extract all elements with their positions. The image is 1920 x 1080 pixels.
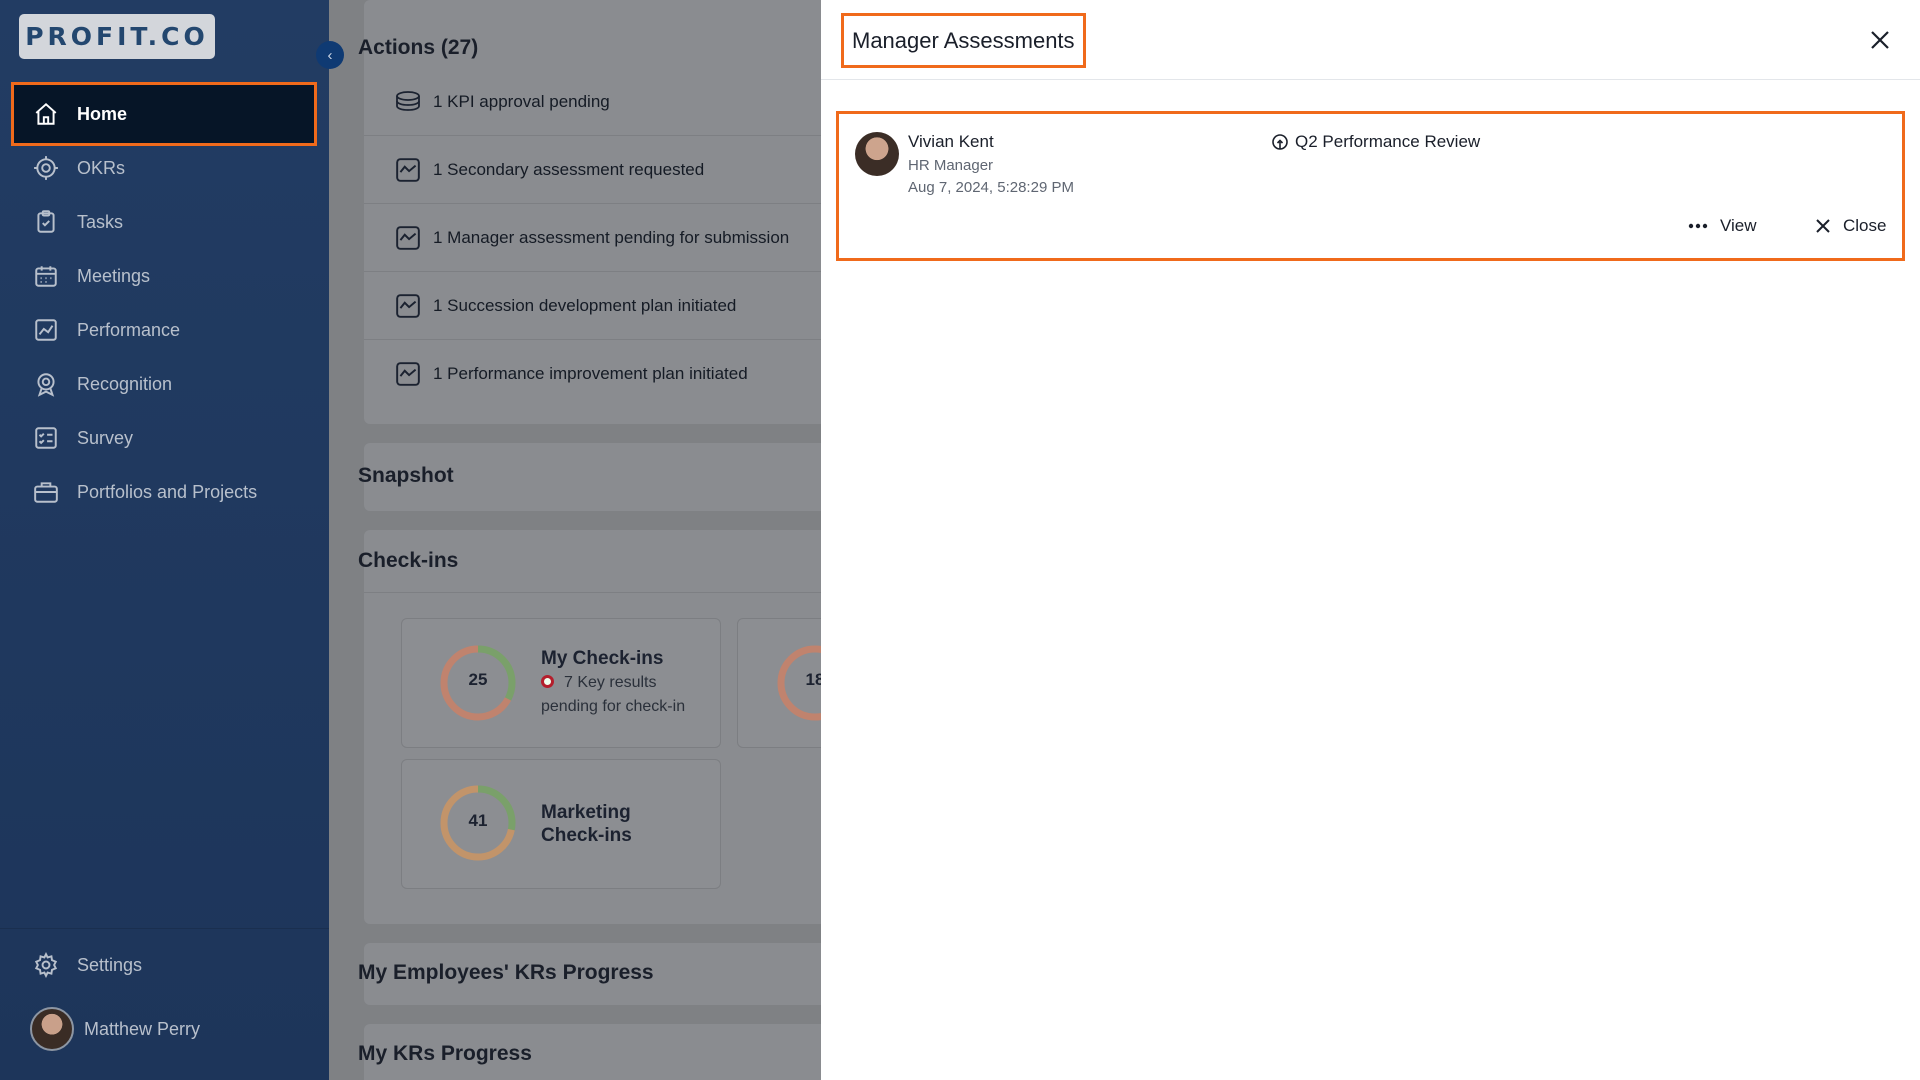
my-krs-title: My KRs Progress xyxy=(358,1042,532,1065)
action-label: 1 Manager assessment pending for submiss… xyxy=(433,227,790,247)
my-checkins-title: My Check-ins xyxy=(541,648,664,669)
trend-chart-icon xyxy=(393,155,423,185)
action-label: 1 Secondary assessment requested xyxy=(433,159,705,179)
sidebar-item-portfolios[interactable]: Portfolios and Projects xyxy=(14,463,314,521)
assessment-date: Aug 7, 2024, 5:28:29 PM xyxy=(908,179,1074,196)
sidebar-item-tasks[interactable]: Tasks xyxy=(14,193,314,251)
action-label: 1 Succession development plan initiated xyxy=(433,295,737,315)
sidebar-item-label: Recognition xyxy=(77,373,173,394)
sidebar-item-home[interactable]: Home xyxy=(11,82,317,146)
employees-krs-title: My Employees' KRs Progress xyxy=(358,961,654,984)
user-name: Matthew Perry xyxy=(84,1018,201,1039)
action-item-succession[interactable]: 1 Succession development plan initiated xyxy=(364,272,821,340)
action-label: 1 Performance improvement plan initiated xyxy=(433,364,748,383)
drawer-title: Manager Assessments xyxy=(841,13,1086,68)
trend-chart-icon xyxy=(393,291,423,321)
review-cycle-name: Q2 Performance Review xyxy=(1295,132,1481,151)
action-item-kpi[interactable]: 1 KPI approval pending xyxy=(364,68,821,136)
close-icon xyxy=(1871,31,1889,49)
sidebar-item-survey[interactable]: Survey xyxy=(14,409,314,467)
marketing-checkins-count: 41 xyxy=(468,811,488,830)
marketing-checkins-title-2: Check-ins xyxy=(541,825,632,846)
divider xyxy=(364,592,821,593)
sidebar-divider xyxy=(0,928,329,929)
award-icon xyxy=(31,369,61,399)
person-role: HR Manager xyxy=(908,157,994,174)
my-checkins-sub: 7 Key results xyxy=(541,671,656,695)
assessment-card[interactable]: Vivian Kent HR Manager Aug 7, 2024, 5:28… xyxy=(836,111,1905,261)
action-label: 1 KPI approval pending xyxy=(433,91,610,111)
home-icon xyxy=(31,99,61,129)
close-label: Close xyxy=(1843,216,1887,235)
action-item-secondary[interactable]: 1 Secondary assessment requested xyxy=(364,136,821,204)
sidebar-item-label: OKRs xyxy=(77,157,126,178)
calendar-icon xyxy=(31,261,61,291)
sidebar-item-meetings[interactable]: Meetings xyxy=(14,247,314,305)
more-horizontal-icon xyxy=(1688,223,1708,229)
my-checkins-count: 25 xyxy=(468,670,488,689)
coins-icon xyxy=(393,87,423,117)
avatar xyxy=(30,1007,74,1051)
checkins-title: Check-ins xyxy=(358,549,459,572)
sidebar-item-label: Tasks xyxy=(77,211,124,232)
view-button[interactable]: View xyxy=(1688,216,1757,236)
sidebar-item-recognition[interactable]: Recognition xyxy=(14,355,314,413)
manager-assessments-drawer: Manager Assessments Vivian Kent HR Manag… xyxy=(821,0,1920,1080)
review-cycle-icon xyxy=(1272,134,1288,150)
briefcase-icon xyxy=(31,477,61,507)
sidebar-item-label: Survey xyxy=(77,427,134,448)
brand-logo-text: PROFIT.CO xyxy=(25,22,209,51)
snapshot-title: Snapshot xyxy=(358,464,454,487)
clipboard-check-icon xyxy=(31,207,61,237)
checkins-count-2: 18 xyxy=(805,670,821,689)
alert-dot-icon xyxy=(541,675,554,688)
person-name: Vivian Kent xyxy=(908,132,994,151)
drawer-close-button[interactable] xyxy=(1866,26,1894,54)
avatar xyxy=(855,132,899,176)
main-content: Actions (27) 1 KPI approval pending 1 Se… xyxy=(329,0,821,1080)
sidebar-item-performance[interactable]: Performance xyxy=(14,301,314,359)
review-cycle: Q2 Performance Review xyxy=(1271,132,1480,152)
checklist-icon xyxy=(31,423,61,453)
sidebar-item-label: Home xyxy=(77,103,128,124)
brand-logo[interactable]: PROFIT.CO xyxy=(19,14,215,59)
sidebar-item-label: Meetings xyxy=(77,265,151,286)
trend-chart-icon xyxy=(31,315,61,345)
marketing-checkins-title-1: Marketing xyxy=(541,802,631,823)
sidebar-item-label: Performance xyxy=(77,319,181,340)
collapse-sidebar-button[interactable]: ‹ xyxy=(316,41,344,69)
settings-label: Settings xyxy=(77,954,143,975)
gear-icon xyxy=(31,950,61,980)
sidebar-item-label: Portfolios and Projects xyxy=(77,481,258,502)
trend-chart-icon xyxy=(393,223,423,253)
sidebar: PROFIT.CO Home OKRs Tasks Meetings Perfo… xyxy=(0,0,329,1080)
trend-chart-icon xyxy=(393,359,423,389)
sidebar-item-settings[interactable]: Settings xyxy=(14,940,314,990)
view-label: View xyxy=(1720,216,1757,235)
action-item-manager[interactable]: 1 Manager assessment pending for submiss… xyxy=(364,204,821,272)
user-profile[interactable]: Matthew Perry xyxy=(30,1007,200,1051)
close-icon xyxy=(1815,218,1831,234)
sidebar-item-okrs[interactable]: OKRs xyxy=(14,139,314,197)
close-assessment-button[interactable]: Close xyxy=(1815,216,1886,236)
my-checkins-sub2: pending for check-in xyxy=(541,698,686,715)
target-icon xyxy=(31,153,61,183)
chevron-left-icon: ‹ xyxy=(327,46,333,64)
actions-title: Actions (27) xyxy=(358,36,479,59)
drawer-header: Manager Assessments xyxy=(821,0,1920,80)
action-item-improvement[interactable]: 1 Performance improvement plan initiated xyxy=(364,340,821,408)
